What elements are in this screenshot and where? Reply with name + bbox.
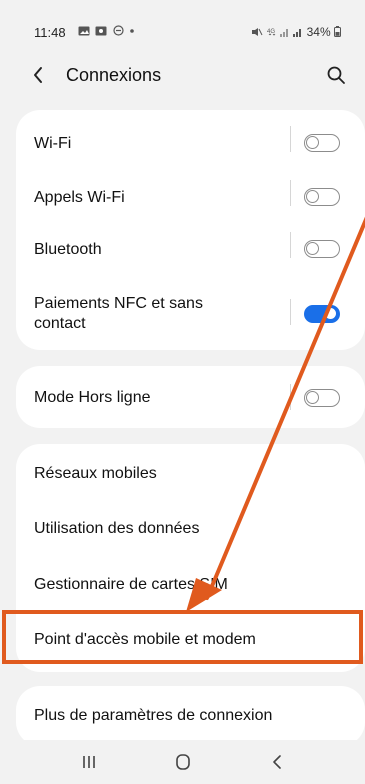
chevron-left-icon	[34, 67, 42, 83]
search-icon	[327, 66, 345, 84]
app-header: Connexions	[0, 56, 365, 96]
status-notification-icons	[78, 24, 135, 38]
back-icon	[273, 755, 281, 769]
gallery-notification-icon	[78, 26, 90, 36]
bluetooth-row[interactable]: Bluetooth	[16, 220, 365, 274]
wifi-label: Wi-Fi	[34, 135, 72, 152]
home-icon	[176, 754, 190, 770]
page-title: Connexions	[66, 65, 162, 85]
status-time: 11:48	[34, 25, 66, 40]
mute-icon	[252, 28, 263, 36]
mobile-networks-row[interactable]: Réseaux mobiles	[16, 444, 365, 498]
airplane-mode-label: Mode Hors ligne	[34, 389, 151, 406]
more-connection-settings-label: Plus de paramètres de connexion	[34, 707, 273, 724]
hotspot-row[interactable]: Point d'accès mobile et modem	[16, 610, 365, 672]
navigation-bar	[0, 740, 365, 784]
wifi-row[interactable]: Wi-Fi	[16, 110, 365, 166]
settings-group-more: Plus de paramètres de connexion	[16, 686, 365, 746]
photo-notification-icon	[95, 26, 107, 36]
data-usage-row[interactable]: Utilisation des données	[16, 498, 365, 554]
battery-percent: 34%	[306, 25, 331, 39]
wifi-toggle[interactable]	[304, 134, 340, 152]
divider	[290, 299, 291, 325]
divider	[290, 126, 291, 152]
settings-group-mobile: Réseaux mobiles Utilisation des données …	[16, 444, 365, 672]
sim-manager-label: Gestionnaire de cartes SIM	[34, 576, 228, 593]
signal-icon	[279, 29, 288, 37]
svg-text:4G: 4G	[267, 29, 275, 35]
data-4g-icon: 4G	[267, 29, 275, 36]
divider	[290, 180, 291, 206]
nav-back-button[interactable]	[262, 750, 292, 774]
signal-icon	[293, 29, 302, 37]
airplane-mode-row[interactable]: Mode Hors ligne	[16, 366, 365, 428]
data-usage-label: Utilisation des données	[34, 520, 200, 537]
nfc-row[interactable]: Paiements NFC et sans contact	[16, 274, 365, 350]
home-button[interactable]	[168, 750, 198, 774]
back-button[interactable]	[26, 62, 52, 88]
bluetooth-label: Bluetooth	[34, 241, 102, 258]
dot-icon	[130, 29, 134, 33]
battery-icon	[334, 26, 341, 37]
nfc-label-line2: contact	[34, 315, 86, 332]
recent-apps-icon	[83, 756, 95, 768]
nfc-label: Paiements NFC et sans contact	[34, 294, 203, 334]
do-not-disturb-icon	[113, 25, 124, 36]
recent-apps-button[interactable]	[74, 750, 104, 774]
status-bar: 11:48 4G 34%	[0, 0, 365, 56]
airplane-mode-toggle[interactable]	[304, 389, 340, 407]
mobile-networks-label: Réseaux mobiles	[34, 465, 157, 482]
settings-group-airplane: Mode Hors ligne	[16, 366, 365, 428]
divider	[290, 232, 291, 258]
sim-manager-row[interactable]: Gestionnaire de cartes SIM	[16, 554, 365, 610]
divider	[290, 384, 291, 410]
settings-group-network: Wi-Fi Appels Wi-Fi Bluetooth Paiements N…	[16, 110, 365, 350]
wifi-calling-row[interactable]: Appels Wi-Fi	[16, 166, 365, 220]
nfc-toggle[interactable]	[304, 305, 340, 323]
hotspot-label: Point d'accès mobile et modem	[34, 631, 256, 648]
wifi-calling-label: Appels Wi-Fi	[34, 189, 125, 206]
nfc-label-line1: Paiements NFC et sans	[34, 295, 203, 312]
wifi-calling-toggle[interactable]	[304, 188, 340, 206]
status-right: 4G 34%	[251, 25, 341, 39]
more-connection-settings-row[interactable]: Plus de paramètres de connexion	[16, 686, 365, 746]
bluetooth-toggle[interactable]	[304, 240, 340, 258]
search-button[interactable]	[323, 62, 349, 88]
